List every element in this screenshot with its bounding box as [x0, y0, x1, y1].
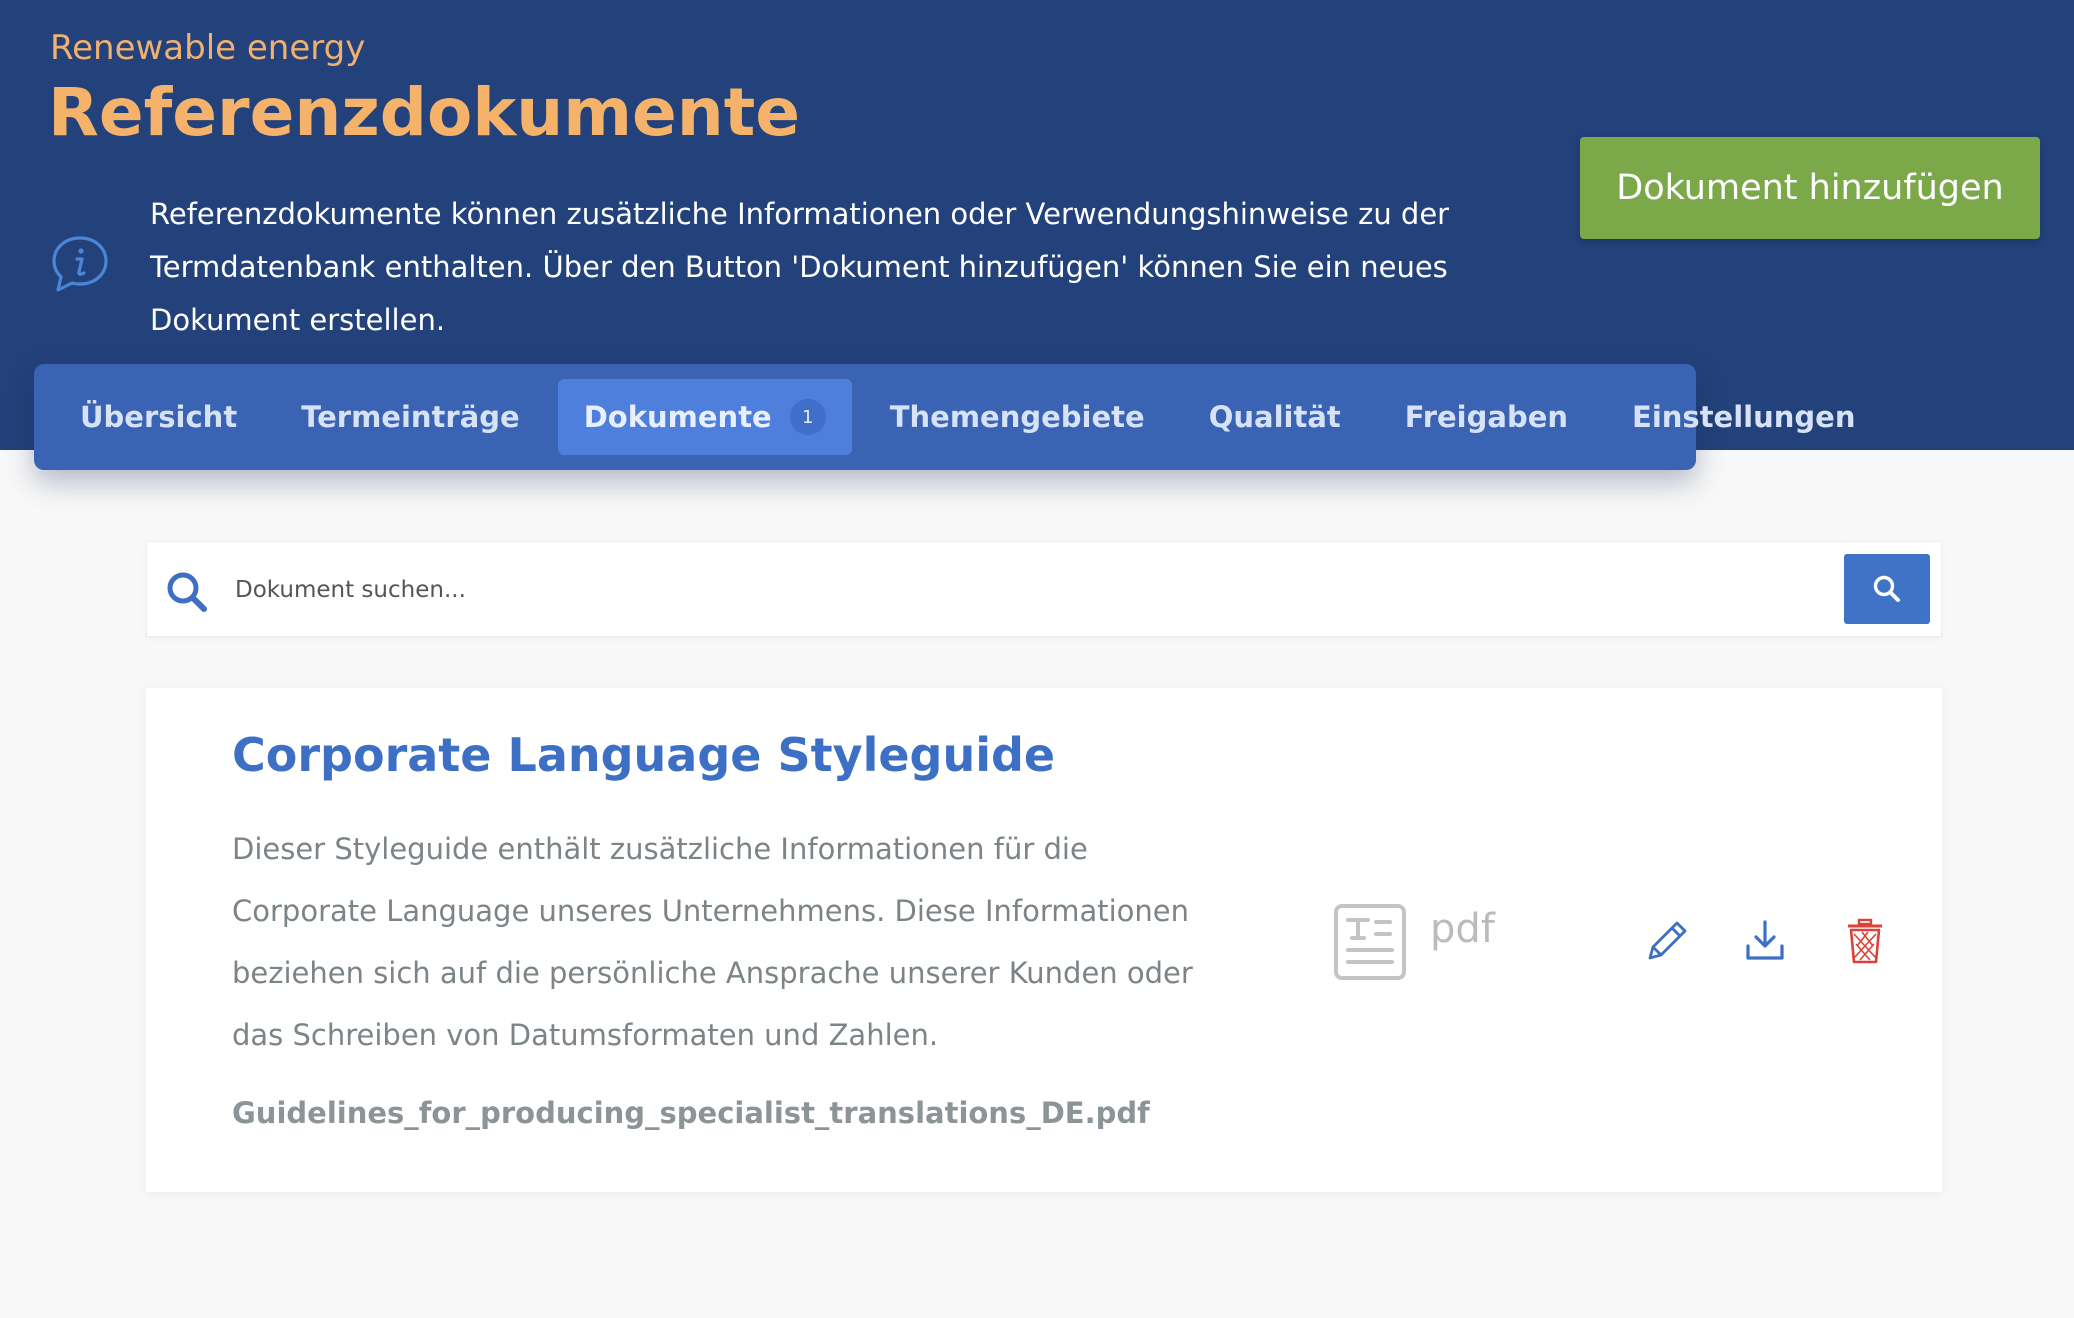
download-icon[interactable]	[1740, 916, 1790, 966]
document-search-input[interactable]	[235, 562, 1715, 618]
tab-label: Übersicht	[80, 400, 238, 434]
document-filename: Guidelines_for_producing_specialist_tran…	[232, 1096, 1150, 1130]
tab-term-entries[interactable]: Termeinträge	[275, 379, 546, 455]
document-text-icon	[1334, 904, 1406, 980]
page: Renewable energy Referenzdokumente Refer…	[0, 0, 2074, 1318]
document-search-bar	[146, 541, 1942, 637]
tab-quality[interactable]: Qualität	[1183, 379, 1367, 455]
tab-bar: Übersicht Termeinträge Dokumente 1 Theme…	[34, 364, 1855, 470]
search-icon	[1873, 575, 1900, 602]
tab-label: Qualität	[1208, 400, 1341, 434]
tab-overview[interactable]: Übersicht	[54, 379, 263, 455]
tab-settings[interactable]: Einstellungen	[1606, 379, 1881, 455]
edit-icon[interactable]	[1642, 916, 1692, 966]
add-document-button[interactable]: Dokument hinzufügen	[1580, 137, 2040, 239]
page-title: Referenzdokumente	[48, 74, 801, 151]
search-submit-button[interactable]	[1844, 554, 1930, 624]
tab-label: Dokumente	[583, 400, 772, 434]
document-card: Corporate Language Styleguide Dieser Sty…	[146, 688, 1942, 1192]
info-text: Referenzdokumente können zusätzliche Inf…	[150, 197, 1450, 337]
tab-count-badge: 1	[789, 399, 826, 435]
info-speech-bubble-icon	[52, 236, 108, 292]
document-title[interactable]: Corporate Language Styleguide	[232, 728, 1055, 782]
tab-subject-areas[interactable]: Themengebiete	[864, 379, 1171, 455]
tab-label: Themengebiete	[889, 400, 1145, 434]
document-description: Dieser Styleguide enthält zusätzliche In…	[232, 832, 1193, 1052]
tab-label: Einstellungen	[1632, 400, 1856, 434]
delete-icon[interactable]	[1840, 916, 1890, 966]
tab-documents[interactable]: Dokumente 1	[557, 379, 852, 455]
tab-label: Termeinträge	[301, 400, 520, 434]
project-name: Renewable energy	[50, 28, 366, 68]
search-icon	[167, 572, 207, 612]
tab-shares[interactable]: Freigaben	[1379, 379, 1594, 455]
file-type-label: pdf	[1430, 906, 1495, 952]
tab-label: Freigaben	[1404, 400, 1569, 434]
